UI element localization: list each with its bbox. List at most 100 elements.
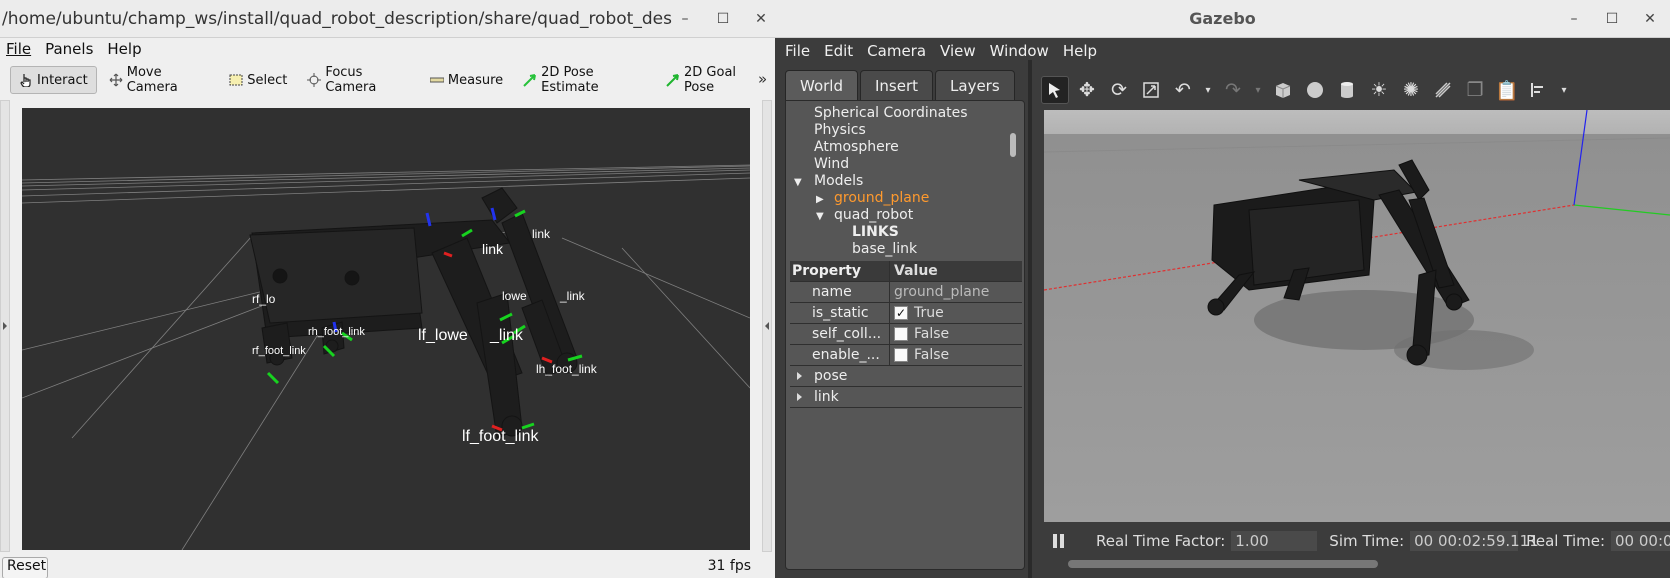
focus-camera-icon [307,73,322,87]
maximize-button[interactable]: ☐ [1593,11,1631,27]
move-camera-tool-button[interactable]: Move Camera [101,65,217,95]
minimize-button[interactable]: – [666,11,704,27]
chevron-left-icon [765,322,769,330]
tree-item[interactable]: Atmosphere [786,139,1024,156]
menu-edit[interactable]: Edit [824,42,853,60]
collapse-arrow-icon[interactable]: ▶ [816,191,834,208]
rviz-toolbar: Interact Move Camera Select Focus Camera… [0,62,775,98]
frame-label: lh_foot_link [536,362,598,376]
align-icon[interactable] [1525,76,1553,104]
translate-icon[interactable]: ✥ [1073,76,1101,104]
spot-light-icon[interactable] [1429,76,1457,104]
rviz-3d-viewport[interactable]: link link rf_lo lowe _link rh_foot_link … [22,108,750,550]
frame-label: rh_foot_link [308,326,365,338]
move-camera-label: Move Camera [126,65,178,95]
redo-icon[interactable]: ↷ [1219,76,1247,104]
menu-file[interactable]: File [6,40,31,58]
tree-item-ground-plane[interactable]: ▶ ground_plane [786,190,1024,208]
gazebo-3d-scene[interactable] [1044,110,1670,522]
menu-window[interactable]: Window [990,42,1049,60]
tab-insert[interactable]: Insert [860,70,934,100]
select-arrow-icon[interactable] [1041,76,1069,104]
rotate-icon[interactable]: ⟳ [1105,76,1133,104]
tree-item[interactable]: Spherical Coordinates [786,105,1024,122]
enable-wind-checkbox[interactable] [894,348,908,362]
goal-pose-tool-button[interactable]: 2D Goal Pose [658,65,771,95]
undo-dropdown-icon[interactable]: ▾ [1201,76,1215,104]
expand-arrow-icon[interactable]: ▼ [816,208,834,225]
menu-help[interactable]: Help [107,40,141,58]
minimize-button[interactable]: – [1555,11,1593,27]
menu-view[interactable]: View [940,42,976,60]
right-dock-toggle[interactable] [762,100,772,552]
pose-estimate-tool-button[interactable]: 2D Pose Estimate [515,65,654,95]
property-table: Property Value name ground_plane is_stat… [790,261,1022,408]
copy-icon[interactable]: ❐ [1461,76,1489,104]
cylinder-shape-icon[interactable] [1333,76,1361,104]
gazebo-window-controls: – ☐ ✕ [1555,0,1669,38]
chevron-right-icon [797,393,802,401]
tree-scrollbar[interactable] [1010,133,1016,157]
tab-world[interactable]: World [785,70,858,100]
menu-file[interactable]: File [785,42,810,60]
measure-tool-button[interactable]: Measure [422,66,511,94]
interact-tool-label: Interact [37,72,88,88]
reset-button[interactable]: Reset [2,557,48,578]
sun-light-icon[interactable]: ☀ [1365,76,1393,104]
left-dock-toggle[interactable] [0,100,10,552]
is-static-checkbox[interactable]: ✓ [894,306,908,320]
property-name: enable_... [790,345,890,365]
frame-label: link [482,241,504,257]
frame-label: _link [489,327,524,344]
tree-item[interactable]: Physics [786,122,1024,139]
undo-icon[interactable]: ↶ [1169,76,1197,104]
property-row: name ground_plane [790,282,1022,303]
menu-help[interactable]: Help [1063,42,1097,60]
tree-item-label: quad_robot [834,207,914,223]
menu-panels[interactable]: Panels [45,40,93,58]
property-column-header: Property [790,261,890,281]
tab-layers[interactable]: Layers [935,70,1015,100]
menu-camera[interactable]: Camera [867,42,926,60]
rviz-window-title: /home/ubuntu/champ_ws/install/quad_robot… [2,8,672,29]
paste-icon[interactable]: 📋 [1493,76,1521,104]
select-tool-button[interactable]: Select [221,66,295,94]
interact-tool-button[interactable]: Interact [10,66,97,94]
close-button[interactable]: ✕ [1631,11,1669,27]
self-collide-checkbox[interactable] [894,327,908,341]
box-shape-icon[interactable] [1269,76,1297,104]
gazebo-titlebar: Gazebo – ☐ ✕ [775,0,1670,38]
tree-item[interactable]: Wind [786,156,1024,173]
maximize-button[interactable]: ☐ [704,11,742,27]
tree-item-links[interactable]: LINKS [786,224,1024,241]
property-group-link[interactable]: link [790,387,1022,408]
frame-label: lf_lowe [418,327,468,344]
frame-label: rf_lo [252,292,276,306]
sphere-shape-icon[interactable] [1301,76,1329,104]
rviz-titlebar: /home/ubuntu/champ_ws/install/quad_robot… [0,0,775,38]
world-tree[interactable]: Spherical Coordinates Physics Atmosphere… [786,101,1024,257]
align-dropdown-icon[interactable]: ▾ [1557,76,1571,104]
property-value[interactable]: ground_plane [890,284,989,300]
property-group-pose[interactable]: pose [790,366,1022,387]
property-name: self_coll... [790,324,890,344]
property-value-cell: ✓ True [890,305,944,321]
cursor-hand-icon [19,73,33,88]
panel-tabs: World Insert Layers [785,70,1025,100]
fps-readout: 31 fps [707,558,751,574]
redo-dropdown-icon[interactable]: ▾ [1251,76,1265,104]
toolbar-overflow-button[interactable]: » [758,70,767,88]
horizontal-scrollbar[interactable] [1068,560,1378,568]
frame-label: lf_foot_link [462,428,539,445]
pose-estimate-label: 2D Pose Estimate [541,65,599,95]
expand-arrow-icon[interactable]: ▼ [794,174,814,191]
close-button[interactable]: ✕ [742,11,775,27]
tree-item-quad-robot[interactable]: ▼ quad_robot [786,207,1024,225]
focus-camera-tool-button[interactable]: Focus Camera [299,65,418,95]
tree-item-base-link[interactable]: base_link [786,241,1024,258]
point-light-icon[interactable]: ✺ [1397,76,1425,104]
pause-icon[interactable] [1052,533,1066,549]
tree-item-models[interactable]: ▼ Models [786,173,1024,191]
panel-splitter[interactable] [1028,60,1032,578]
scale-icon[interactable] [1137,76,1165,104]
